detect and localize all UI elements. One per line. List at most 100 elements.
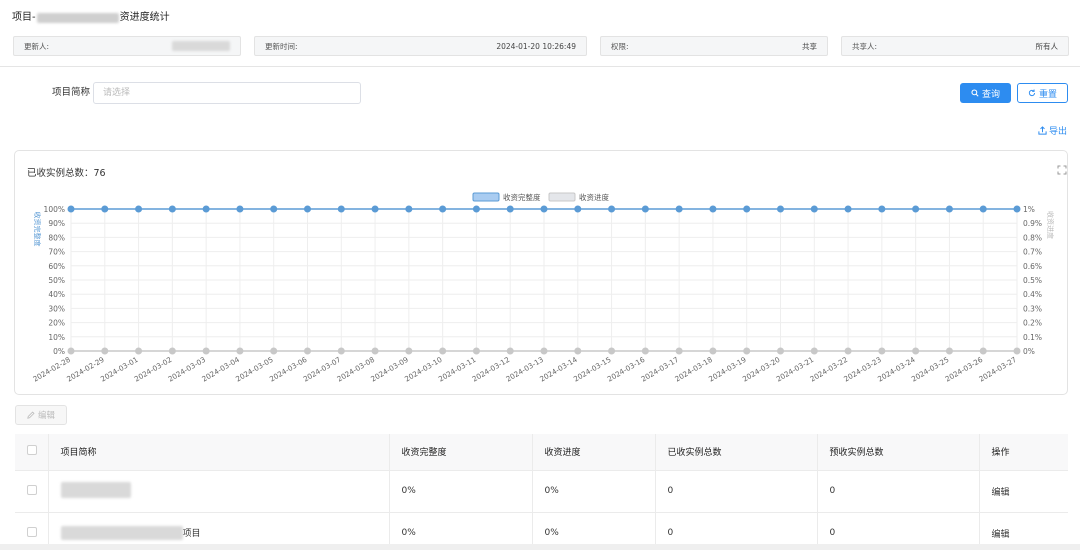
data-point-series-2 [608, 347, 616, 355]
data-point-series-1 [540, 205, 548, 213]
info-update-time-value: 2024-01-20 10:26:49 [496, 41, 576, 51]
data-point-series-1 [1013, 205, 1021, 213]
data-point-series-2 [743, 347, 751, 355]
x-tick-label: 2024-03-13 [504, 355, 545, 384]
data-point-series-1 [743, 205, 751, 213]
cell-expected: 0 [817, 470, 980, 513]
data-point-series-2 [777, 347, 784, 355]
info-update-time: 更新时间: 2024-01-20 10:26:49 [254, 36, 587, 56]
header-select-all[interactable] [15, 434, 49, 471]
cell-progress-link[interactable]: 0% [532, 470, 656, 513]
y-tick-right: 0.3% [1023, 304, 1042, 313]
info-shared-with-value: 所有人 [1035, 41, 1059, 51]
x-tick-label: 2024-03-17 [639, 355, 680, 384]
data-point-series-1 [506, 205, 514, 213]
data-point-series-1 [709, 205, 717, 213]
y-tick-left: 50% [48, 276, 65, 285]
data-point-series-1 [202, 205, 210, 213]
data-point-series-1 [101, 205, 109, 213]
info-permission: 权限: 共享 [600, 36, 828, 56]
table-row: 0% 0% 0 0 编辑 [15, 470, 1068, 513]
y-tick-right: 0.4% [1023, 290, 1042, 299]
data-point-series-2 [337, 347, 345, 355]
x-tick-label: 2024-03-23 [842, 355, 883, 384]
data-point-series-1 [337, 205, 345, 213]
project-table: 项目简称 收资完整度 收资进度 已收实例总数 预收实例总数 操作 0% 0% 0… [15, 434, 1068, 550]
x-tick-label: 2024-03-05 [234, 355, 275, 384]
info-updater-label: 更新人: [24, 41, 50, 51]
y-tick-right: 0% [1023, 347, 1035, 356]
column-header-name: 项目简称 [48, 434, 390, 471]
data-point-series-2 [878, 347, 886, 355]
data-point-series-2 [506, 347, 514, 355]
edit-button[interactable]: 编辑 [15, 405, 67, 425]
data-point-series-1 [979, 205, 987, 213]
legend-label-series-2: 收资进度 [579, 192, 609, 202]
cell-received-link[interactable]: 0 [655, 470, 818, 513]
data-point-series-1 [405, 205, 413, 213]
data-point-series-2 [574, 347, 582, 355]
data-point-series-2 [1013, 347, 1021, 355]
query-button-label: 查询 [981, 89, 1000, 100]
project-select[interactable]: 请选择 [93, 82, 361, 104]
x-tick-label: 2024-03-07 [302, 355, 343, 384]
row-edit-link[interactable]: 编辑 [979, 470, 1068, 513]
x-tick-label: 2024-03-11 [437, 355, 478, 384]
query-button[interactable]: 查询 [960, 83, 1011, 103]
y-tick-right: 0.2% [1023, 319, 1042, 328]
y-tick-left: 80% [48, 233, 65, 242]
y-tick-left: 90% [48, 219, 65, 228]
data-point-series-1 [236, 205, 244, 213]
data-point-series-2 [304, 347, 311, 355]
data-point-series-2 [101, 347, 109, 355]
data-point-series-2 [675, 347, 683, 355]
select-all-checkbox[interactable] [27, 445, 37, 456]
horizontal-scrollbar[interactable] [0, 544, 1080, 550]
info-permission-label: 权限: [611, 41, 629, 51]
cell-completeness: 0% [389, 470, 533, 513]
edit-icon [27, 411, 35, 419]
redacted-updater [172, 41, 230, 51]
y-tick-right: 0.8% [1023, 233, 1042, 242]
data-point-series-1 [878, 205, 886, 213]
data-point-series-1 [574, 205, 582, 213]
row-checkbox[interactable] [27, 484, 37, 495]
y-tick-right: 0.6% [1023, 262, 1042, 271]
y-tick-right: 0.5% [1023, 276, 1042, 285]
info-update-time-label: 更新时间: [265, 41, 298, 51]
export-button[interactable]: 导出 [1038, 124, 1067, 137]
cell-name-suffix: 项目 [182, 528, 201, 539]
edit-button-label: 编辑 [37, 411, 55, 421]
data-point-series-1 [270, 205, 278, 213]
legend-swatch-series-1 [472, 192, 500, 202]
y-tick-left: 30% [48, 304, 65, 313]
data-point-series-1 [371, 205, 379, 213]
data-point-series-2 [439, 347, 447, 355]
data-point-series-1 [675, 205, 683, 213]
data-point-series-1 [844, 205, 852, 213]
redacted-project-name [60, 481, 131, 498]
data-point-series-1 [472, 205, 480, 213]
data-point-series-2 [709, 347, 717, 355]
row-checkbox[interactable] [27, 526, 37, 537]
header-divider [0, 66, 1080, 67]
data-point-series-2 [67, 347, 75, 355]
x-tick-label: 2024-03-21 [775, 355, 816, 384]
x-tick-label: 2024-03-22 [808, 355, 849, 384]
y-tick-right: 0.7% [1023, 248, 1042, 257]
data-point-series-1 [641, 205, 649, 213]
x-tick-label: 2024-03-15 [572, 355, 613, 384]
redacted-project-name [36, 13, 119, 23]
x-tick-label: 2024-03-12 [471, 355, 512, 384]
x-tick-label: 2024-03-02 [133, 355, 174, 384]
cell-name [48, 470, 390, 513]
data-point-series-2 [135, 347, 143, 355]
export-label: 导出 [1049, 127, 1068, 137]
search-icon [971, 89, 979, 97]
data-point-series-1 [608, 205, 616, 213]
reset-button[interactable]: 重置 [1017, 83, 1068, 103]
legend-swatch-series-2 [548, 192, 576, 202]
x-tick-label: 2024-03-27 [977, 355, 1018, 384]
row-select[interactable] [15, 470, 49, 513]
data-point-series-2 [202, 347, 210, 355]
